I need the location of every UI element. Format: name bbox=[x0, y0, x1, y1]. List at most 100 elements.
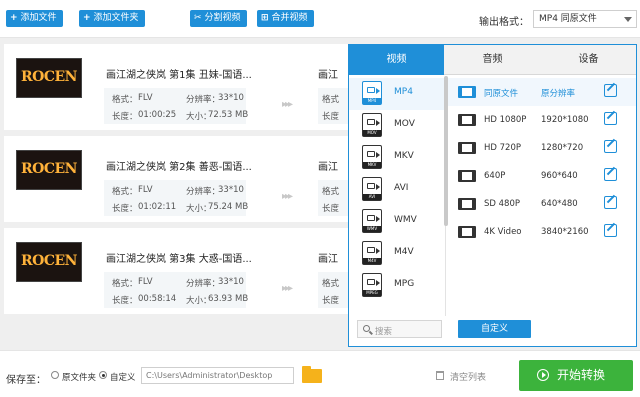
output-title: 画江 bbox=[318, 70, 338, 81]
toolbar: + 添加文件 + 添加文件夹 ✂ 分割视频 ⊞ 合并视频 输出格式： MP4 同原文件 bbox=[0, 0, 640, 38]
format-band: M4V bbox=[363, 258, 381, 264]
bottom-bar: 保存至： 原文件夹 自定义 C:\Users\Administrator\Des… bbox=[0, 350, 640, 397]
preset-row[interactable]: 同原文件 原分辨率 bbox=[448, 78, 636, 106]
format-item-mp4[interactable]: MP4 MP4 bbox=[349, 78, 445, 110]
edit-icon[interactable] bbox=[604, 196, 617, 209]
custom-folder-label: 自定义 bbox=[110, 373, 136, 383]
output-format-value: MP4 同原文件 bbox=[539, 14, 597, 24]
plus-icon: + bbox=[10, 13, 18, 23]
output-title: 画江 bbox=[318, 254, 338, 265]
folder-icon[interactable] bbox=[302, 366, 322, 383]
file-title: 画江湖之侠岚 第3集 大惑-国语... bbox=[106, 254, 252, 265]
merge-video-button[interactable]: ⊞ 合并视频 bbox=[257, 10, 314, 27]
video-thumbnail: ROCEN bbox=[16, 150, 82, 190]
file-title: 画江湖之侠岚 第2集 善恶-国语... bbox=[106, 162, 252, 173]
output-meta: 格式 长度 bbox=[318, 272, 348, 308]
resolution-label: 分辨率： bbox=[186, 95, 221, 105]
play-circle-icon bbox=[537, 369, 549, 381]
preset-resolution: 3840*2160 bbox=[541, 227, 589, 237]
edit-icon[interactable] bbox=[604, 84, 617, 97]
format-name: M4V bbox=[394, 247, 414, 257]
split-video-label: 分割视频 bbox=[204, 13, 241, 23]
format-item-wmv[interactable]: WMV WMV bbox=[349, 206, 445, 238]
preset-resolution: 1280*720 bbox=[541, 143, 584, 153]
format-name: MKV bbox=[394, 151, 414, 161]
thumbnail-logo-text: ROCEN bbox=[21, 161, 77, 177]
file-meta: 格式： FLV 分辨率： 33*10 长度： 01:02:11 大小： 75.2… bbox=[104, 180, 248, 216]
file-item[interactable]: ROCEN 画江湖之侠岚 第2集 善恶-国语... 格式： FLV 分辨率： 3… bbox=[4, 136, 348, 222]
film-icon bbox=[458, 114, 476, 126]
film-icon bbox=[458, 198, 476, 210]
custom-button[interactable]: 自定义 bbox=[458, 320, 531, 338]
format-item-avi[interactable]: AVI AVI bbox=[349, 174, 445, 206]
output-path-field[interactable]: C:\Users\Administrator\Desktop bbox=[141, 367, 294, 384]
output-format-label: 输出格式： bbox=[479, 17, 529, 28]
format-band: MOV bbox=[363, 130, 381, 136]
edit-icon[interactable] bbox=[604, 168, 617, 181]
preset-row[interactable]: 640P 960*640 bbox=[448, 162, 636, 190]
thumbnail-logo-text: ROCEN bbox=[21, 69, 77, 85]
edit-icon[interactable] bbox=[604, 224, 617, 237]
output-format-label: 格式 bbox=[322, 95, 340, 105]
format-band: MPEG bbox=[363, 290, 381, 296]
format-value: FLV bbox=[138, 185, 153, 195]
output-duration-label: 长度 bbox=[322, 112, 340, 122]
tab-audio[interactable]: 音频 bbox=[445, 45, 540, 75]
preset-name: 同原文件 bbox=[484, 89, 519, 99]
arrow-right-icon: ▸▸▸ bbox=[282, 283, 293, 294]
radio-custom-folder[interactable] bbox=[99, 371, 107, 379]
format-popup: 视频 音频 设备 MP4 MP4 MOV MOV MKV MKV AVI AVI… bbox=[348, 44, 637, 347]
format-band: AVI bbox=[363, 194, 381, 200]
preset-row[interactable]: SD 480P 640*480 bbox=[448, 190, 636, 218]
preset-row[interactable]: HD 1080P 1920*1080 bbox=[448, 106, 636, 134]
format-name: AVI bbox=[394, 183, 409, 193]
start-convert-button[interactable]: 开始转换 bbox=[519, 360, 633, 391]
resolution-value: 33*10 bbox=[218, 93, 244, 103]
tab-video[interactable]: 视频 bbox=[349, 45, 444, 75]
film-icon bbox=[458, 86, 476, 98]
format-item-mpg[interactable]: MPEG MPG bbox=[349, 270, 445, 302]
film-icon bbox=[458, 226, 476, 238]
preset-name: HD 1080P bbox=[484, 115, 527, 125]
format-item-m4v[interactable]: M4V M4V bbox=[349, 238, 445, 270]
add-file-button[interactable]: + 添加文件 bbox=[6, 10, 63, 27]
size-value: 72.53 MB bbox=[208, 110, 249, 120]
radio-source-folder[interactable] bbox=[51, 371, 59, 379]
preset-row[interactable]: 4K Video 3840*2160 bbox=[448, 218, 636, 246]
format-item-mkv[interactable]: MKV MKV bbox=[349, 142, 445, 174]
file-item[interactable]: ROCEN 画江湖之侠岚 第3集 大惑-国语... 格式： FLV 分辨率： 3… bbox=[4, 228, 348, 314]
format-search-input[interactable]: 搜索 bbox=[357, 320, 442, 338]
preset-name: 640P bbox=[484, 171, 506, 181]
resolution-label: 分辨率： bbox=[186, 279, 221, 289]
duration-label: 长度： bbox=[112, 112, 138, 122]
format-value: FLV bbox=[138, 277, 153, 287]
output-title: 画江 bbox=[318, 162, 338, 173]
preset-resolution: 原分辨率 bbox=[541, 89, 576, 99]
clear-list-button[interactable]: 清空列表 bbox=[450, 370, 486, 383]
save-to-label: 保存至： bbox=[6, 375, 46, 386]
split-video-button[interactable]: ✂ 分割视频 bbox=[190, 10, 247, 27]
output-format-label: 格式 bbox=[322, 187, 340, 197]
size-value: 63.93 MB bbox=[208, 294, 249, 304]
duration-value: 01:00:25 bbox=[138, 110, 177, 120]
file-item[interactable]: ROCEN 画江湖之侠岚 第1集 丑妹-国语... 格式： FLV 分辨率： 3… bbox=[4, 44, 348, 130]
format-name: MPG bbox=[394, 279, 415, 289]
duration-label: 长度： bbox=[112, 296, 138, 306]
thumbnail-logo-text: ROCEN bbox=[21, 253, 77, 269]
output-format-select[interactable]: MP4 同原文件 bbox=[533, 10, 637, 28]
edit-icon[interactable] bbox=[604, 112, 617, 125]
format-label: 格式： bbox=[112, 95, 138, 105]
format-item-mov[interactable]: MOV MOV bbox=[349, 110, 445, 142]
film-icon bbox=[458, 170, 476, 182]
preset-row[interactable]: HD 720P 1280*720 bbox=[448, 134, 636, 162]
output-duration-label: 长度 bbox=[322, 296, 340, 306]
plus-icon: + bbox=[83, 13, 91, 23]
video-file-icon: M4V bbox=[362, 241, 382, 265]
tab-device[interactable]: 设备 bbox=[541, 45, 636, 75]
add-folder-button[interactable]: + 添加文件夹 bbox=[79, 10, 145, 27]
edit-icon[interactable] bbox=[604, 140, 617, 153]
scissors-icon: ✂ bbox=[194, 13, 202, 23]
file-meta: 格式： FLV 分辨率： 33*10 长度： 01:00:25 大小： 72.5… bbox=[104, 88, 249, 124]
source-folder-label: 原文件夹 bbox=[62, 373, 97, 383]
arrow-right-icon: ▸▸▸ bbox=[282, 191, 293, 202]
